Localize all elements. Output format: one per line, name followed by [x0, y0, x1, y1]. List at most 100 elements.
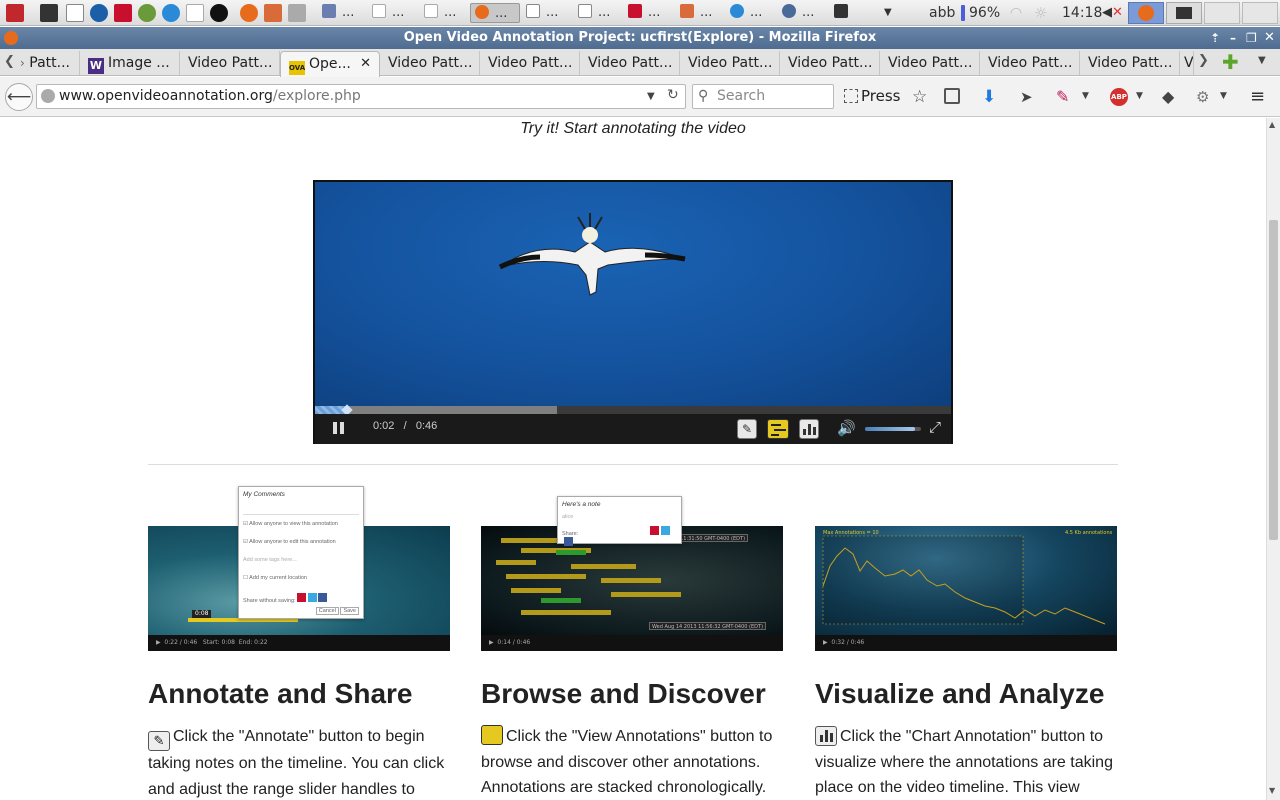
- close-x-icon[interactable]: [186, 4, 204, 22]
- adblock-icon[interactable]: ABP: [1110, 88, 1128, 106]
- tab[interactable]: V: [1180, 51, 1194, 75]
- clock[interactable]: 14:18: [1062, 3, 1102, 23]
- tab[interactable]: Video Patt...: [380, 51, 480, 75]
- taskbar-task[interactable]: ...: [680, 3, 712, 23]
- url-history-chevron-down-icon[interactable]: ▼: [647, 85, 655, 108]
- hamburger-menu-icon[interactable]: ≡: [1250, 88, 1268, 106]
- taskbar-task[interactable]: ...: [526, 3, 558, 23]
- app-menu-icon[interactable]: [6, 4, 24, 22]
- tools-icon[interactable]: ⚙: [1196, 88, 1214, 106]
- taskbar-task[interactable]: ...: [372, 3, 404, 23]
- browser-icon[interactable]: [162, 4, 180, 22]
- workspace-4[interactable]: [1242, 2, 1278, 24]
- tabs-scroll-left-icon[interactable]: ❮: [4, 54, 15, 69]
- new-tab-plus-icon[interactable]: ✚: [1222, 50, 1239, 74]
- video-frame[interactable]: [315, 182, 951, 406]
- press-button[interactable]: Press: [861, 87, 900, 105]
- taskbar-task[interactable]: ...: [578, 3, 610, 23]
- tabs-scroll-right-icon[interactable]: ❯: [1198, 53, 1209, 68]
- annotation-bar: [571, 564, 636, 569]
- video-progress-bar[interactable]: [315, 404, 951, 416]
- page-scrollbar[interactable]: ▲ ▼: [1266, 118, 1280, 800]
- keyboard-layout[interactable]: abb: [929, 3, 955, 23]
- tab[interactable]: Video Patt...: [480, 51, 580, 75]
- scroll-down-icon[interactable]: ▼: [1269, 786, 1275, 795]
- minimize-icon[interactable]: –: [1230, 27, 1236, 49]
- feature-text: Click the "Annotate" button to begin tak…: [148, 728, 445, 798]
- close-tab-icon[interactable]: ✕: [360, 52, 371, 76]
- back-button[interactable]: ⟵: [5, 83, 33, 111]
- taskbar-task[interactable]: [834, 3, 854, 23]
- press-checkbox-icon[interactable]: [844, 89, 858, 103]
- site-info-globe-icon[interactable]: [41, 89, 55, 103]
- twitter-icon: [660, 526, 670, 535]
- tab[interactable]: Video Patt...: [680, 51, 780, 75]
- download-icon[interactable]: ⬇: [982, 88, 1000, 106]
- tab[interactable]: Video Patt...: [180, 51, 280, 75]
- video-player[interactable]: 0:02 / 0:46 ✎ 🔊 ⤢: [313, 180, 953, 444]
- text-editor-icon[interactable]: [66, 4, 84, 22]
- tab[interactable]: Video Patt...: [980, 51, 1080, 75]
- taskbar-task[interactable]: ...: [730, 3, 762, 23]
- tab-active[interactable]: OVA Ope... ✕: [280, 51, 380, 77]
- firefox-icon[interactable]: [240, 4, 258, 22]
- feature-description-visualize: Click the "Chart Annotation" button to v…: [815, 724, 1120, 800]
- taskbar-task[interactable]: ...: [322, 3, 354, 23]
- workspace-2-terminal[interactable]: [1166, 2, 1202, 24]
- popup-note-text: Here's a note: [562, 501, 601, 508]
- extension-icon[interactable]: ◆: [1162, 88, 1180, 106]
- annotate-button[interactable]: ✎: [737, 419, 757, 439]
- pause-icon[interactable]: [333, 422, 337, 434]
- send-icon[interactable]: ➤: [1020, 88, 1038, 106]
- sync-icon[interactable]: [90, 4, 108, 22]
- brightness-icon[interactable]: ☼: [1034, 3, 1047, 23]
- tab[interactable]: Video Patt...: [1080, 51, 1180, 75]
- camera-icon[interactable]: [288, 4, 306, 22]
- terminal-icon[interactable]: [40, 4, 58, 22]
- taskbar-overflow-chevron-icon[interactable]: ▼: [884, 3, 892, 23]
- tab[interactable]: › Patt...: [18, 51, 80, 75]
- reading-list-icon[interactable]: [944, 88, 960, 104]
- fullscreen-icon[interactable]: ⤢: [929, 418, 941, 436]
- volume-slider[interactable]: [865, 427, 921, 431]
- maximize-icon[interactable]: ❐: [1246, 27, 1257, 49]
- tab[interactable]: Video Patt...: [880, 51, 980, 75]
- view-annotations-icon: [481, 725, 503, 745]
- w-logo-icon: W: [88, 58, 104, 74]
- annotation-bar-highlight: [556, 550, 586, 555]
- file-manager-icon[interactable]: [264, 4, 282, 22]
- addon-menu-chevron-down-icon[interactable]: ▼: [1082, 91, 1089, 101]
- reload-icon[interactable]: ↻: [667, 84, 679, 107]
- volume-muted-icon[interactable]: ◀✕: [1102, 3, 1123, 23]
- wifi-icon[interactable]: ◠: [1010, 3, 1022, 23]
- close-icon[interactable]: ✕: [1264, 27, 1275, 49]
- tab[interactable]: W Image ...: [80, 51, 180, 75]
- tab-list-chevron-down-icon[interactable]: ▼: [1258, 55, 1266, 66]
- taskbar-task[interactable]: ...: [424, 3, 456, 23]
- a-logo-icon[interactable]: [210, 4, 228, 22]
- tab[interactable]: Video Patt...: [780, 51, 880, 75]
- workspace-3[interactable]: [1204, 2, 1240, 24]
- url-bar[interactable]: www.openvideoannotation.org/explore.php …: [36, 84, 686, 109]
- broom-addon-icon[interactable]: ✎: [1056, 88, 1074, 106]
- taskbar-task-active[interactable]: ...: [470, 3, 520, 23]
- feature-description-annotate: ✎ Click the "Annotate" button to begin ta…: [148, 724, 453, 800]
- adblock-menu-chevron-down-icon[interactable]: ▼: [1136, 91, 1143, 101]
- search-bar[interactable]: ⚲ Search: [692, 84, 834, 109]
- view-annotations-button[interactable]: [767, 419, 789, 439]
- workspace-1-firefox[interactable]: [1128, 2, 1164, 24]
- volume-icon[interactable]: 🔊: [837, 419, 856, 437]
- window-up-icon[interactable]: ⇡: [1210, 27, 1220, 49]
- taskbar-task[interactable]: ...: [628, 3, 660, 23]
- network-tool-icon[interactable]: [138, 4, 156, 22]
- video-control-bar: 0:02 / 0:46 ✎ 🔊 ⤢: [315, 414, 951, 444]
- bookmark-star-icon[interactable]: ☆: [912, 88, 930, 106]
- m-app-icon[interactable]: [114, 4, 132, 22]
- chart-annotation-button[interactable]: [799, 419, 819, 439]
- tools-menu-chevron-down-icon[interactable]: ▼: [1220, 91, 1227, 101]
- tab[interactable]: Video Patt...: [580, 51, 680, 75]
- scrollbar-thumb[interactable]: [1269, 220, 1278, 540]
- taskbar-task[interactable]: ...: [782, 3, 814, 23]
- scroll-up-icon[interactable]: ▲: [1269, 120, 1275, 129]
- annotation-bar: [496, 560, 536, 565]
